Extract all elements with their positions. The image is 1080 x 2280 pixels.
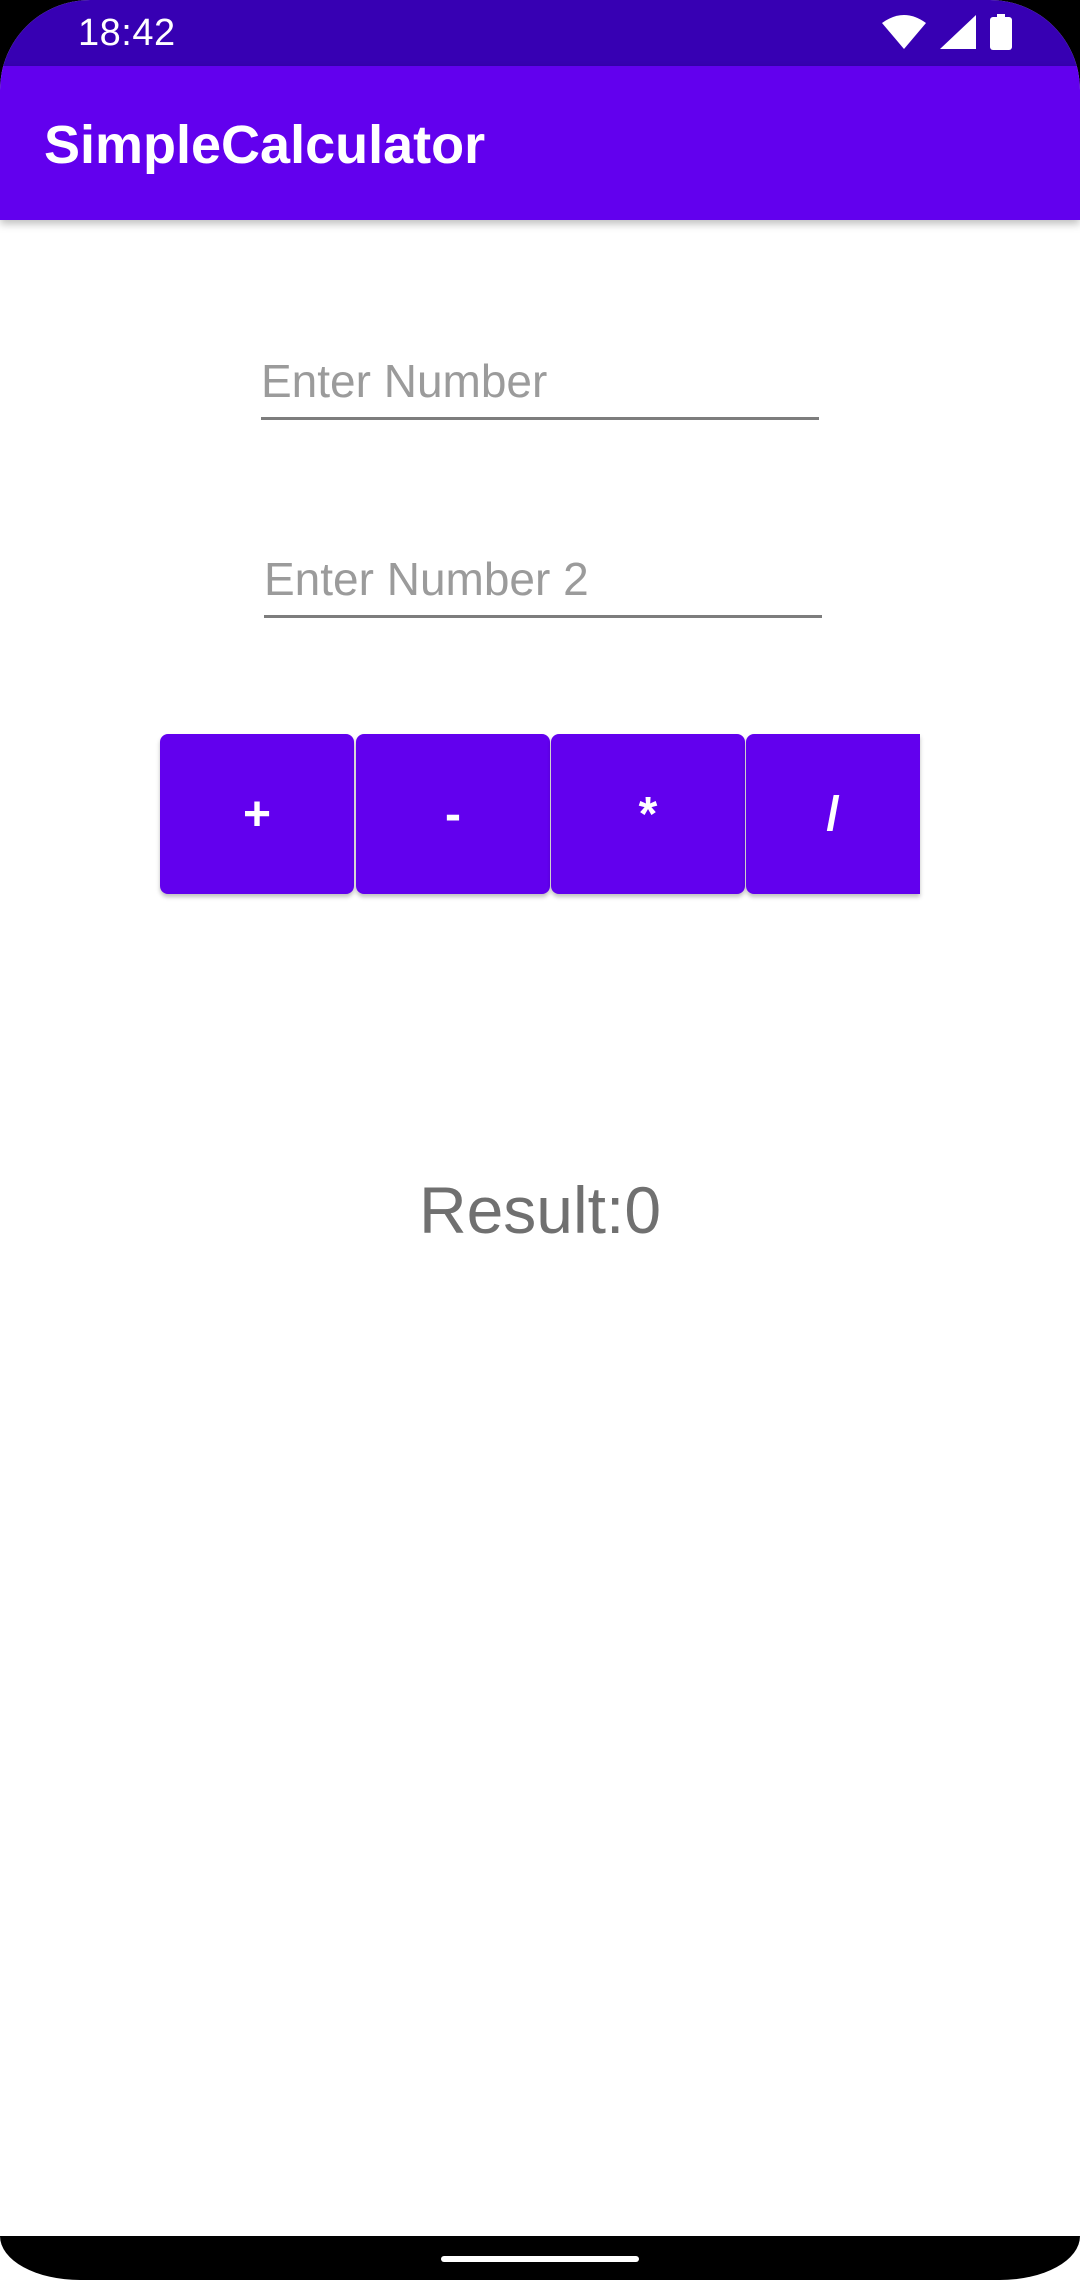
multiply-button[interactable]: *	[551, 734, 745, 894]
operation-buttons: + - * /	[160, 734, 920, 894]
status-bar: 18:42	[0, 0, 1080, 66]
number2-input[interactable]	[264, 543, 822, 615]
status-icons	[882, 13, 1012, 55]
battery-icon	[990, 13, 1012, 55]
subtract-button[interactable]: -	[356, 734, 550, 894]
number1-field	[261, 345, 819, 420]
home-handle[interactable]	[441, 2256, 639, 2262]
add-button[interactable]: +	[160, 734, 354, 894]
divide-button[interactable]: /	[746, 734, 920, 894]
app-title: SimpleCalculator	[44, 115, 486, 175]
cell-signal-icon	[940, 14, 976, 54]
app-screen: 18:42 SimpleCalculator Enter Number Ente…	[0, 0, 1080, 2280]
status-time: 18:42	[78, 12, 176, 54]
app-bar: SimpleCalculator	[0, 66, 1080, 220]
number1-input[interactable]	[261, 345, 819, 417]
number2-field	[264, 543, 822, 618]
wifi-icon	[882, 14, 926, 54]
result-text: Result:0	[418, 1173, 662, 1247]
